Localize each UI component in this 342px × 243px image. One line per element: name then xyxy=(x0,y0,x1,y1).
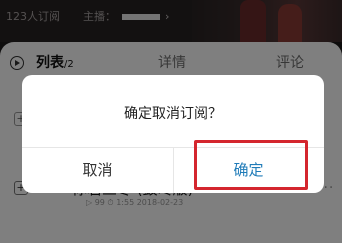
dialog-message: 确定取消订阅？ xyxy=(124,106,222,122)
cancel-button[interactable]: 取消 xyxy=(22,147,173,193)
confirm-button[interactable]: 确定 xyxy=(173,147,324,193)
confirm-dialog: 确定取消订阅？ 取消 确定 xyxy=(22,75,324,193)
